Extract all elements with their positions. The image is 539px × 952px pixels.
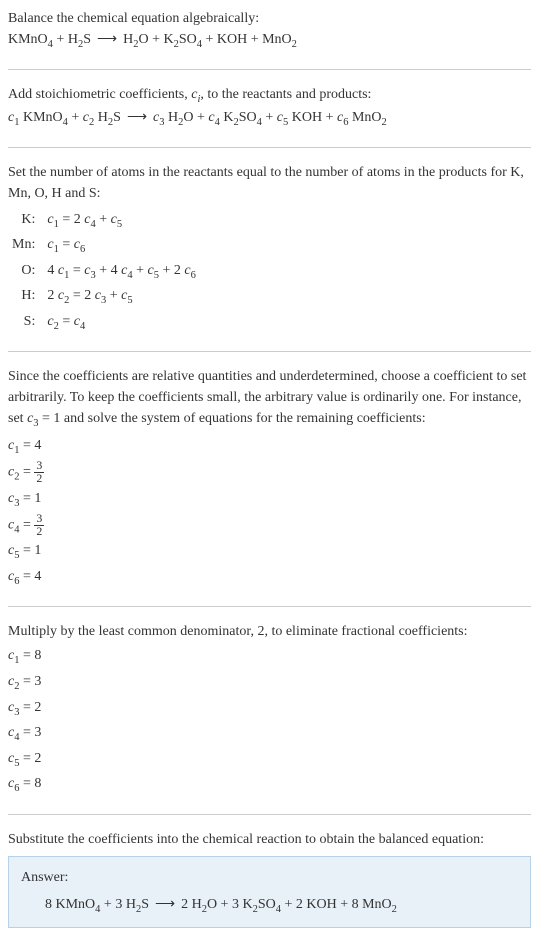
- divider: [8, 147, 531, 148]
- answer-label: Answer:: [21, 867, 518, 888]
- section-final-answer: Substitute the coefficients into the che…: [8, 829, 531, 929]
- section-multiply-lcd: Multiply by the least common denominator…: [8, 621, 531, 797]
- table-row: S: c2 = c4: [8, 310, 200, 336]
- reaction-arrow: ⟶: [149, 897, 181, 912]
- unbalanced-equation: KMnO4 + H2S⟶H2O + K2SO4 + KOH + MnO2: [8, 29, 531, 53]
- divider: [8, 351, 531, 352]
- integer-coefficients: c1 = 8 c2 = 3 c3 = 2 c4 = 3 c5 = 2 c6 = …: [8, 644, 531, 797]
- section-add-coefficients: Add stoichiometric coefficients, ci, to …: [8, 84, 531, 131]
- divider: [8, 814, 531, 815]
- fraction: 32: [34, 460, 44, 485]
- section-solve-coefficients: Since the coefficients are relative quan…: [8, 366, 531, 590]
- intro-text: Set the number of atoms in the reactants…: [8, 162, 531, 204]
- intro-text: Add stoichiometric coefficients, ci, to …: [8, 84, 531, 108]
- atom-balance-table: K: c1 = 2 c4 + c5 Mn: c1 = c6 O: 4 c1 = …: [8, 208, 200, 336]
- section-atom-equations: Set the number of atoms in the reactants…: [8, 162, 531, 336]
- table-row: H: 2 c2 = 2 c3 + c5: [8, 284, 200, 310]
- reaction-arrow: ⟶: [91, 32, 123, 47]
- answer-box: Answer: 8 KMnO4 + 3 H2S⟶2 H2O + 3 K2SO4 …: [8, 856, 531, 929]
- intro-text: Multiply by the least common denominator…: [8, 621, 531, 642]
- table-row: O: 4 c1 = c3 + 4 c4 + c5 + 2 c6: [8, 259, 200, 285]
- divider: [8, 69, 531, 70]
- section-balance-intro: Balance the chemical equation algebraica…: [8, 8, 531, 53]
- coefficient-values: c1 = 4 c2 = 32 c3 = 1 c4 = 32 c5 = 1 c6 …: [8, 434, 531, 591]
- balanced-equation: 8 KMnO4 + 3 H2S⟶2 H2O + 3 K2SO4 + 2 KOH …: [21, 894, 518, 918]
- divider: [8, 606, 531, 607]
- intro-text: Balance the chemical equation algebraica…: [8, 8, 531, 29]
- intro-text: Substitute the coefficients into the che…: [8, 829, 531, 850]
- table-row: Mn: c1 = c6: [8, 233, 200, 259]
- coefficient-equation: c1 KMnO4 + c2 H2S⟶c3 H2O + c4 K2SO4 + c5…: [8, 107, 531, 131]
- intro-text: Since the coefficients are relative quan…: [8, 366, 531, 432]
- fraction: 32: [34, 513, 44, 538]
- reaction-arrow: ⟶: [121, 110, 153, 125]
- table-row: K: c1 = 2 c4 + c5: [8, 208, 200, 234]
